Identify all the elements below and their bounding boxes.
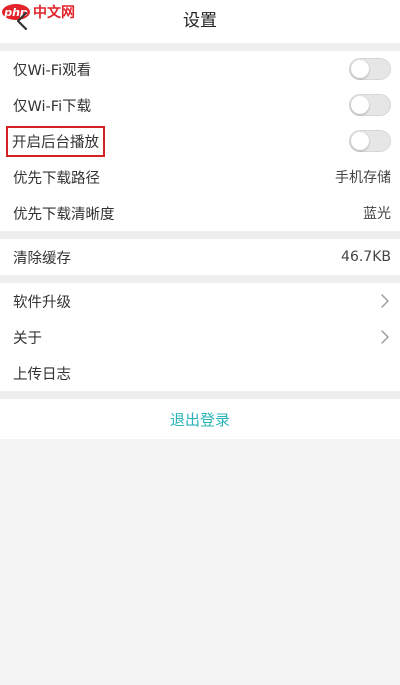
chevron-right-icon	[379, 293, 391, 309]
download-quality-row[interactable]: 优先下载清晰度 蓝光	[0, 195, 400, 231]
background-play-label: 开启后台播放	[12, 134, 99, 151]
logout-button[interactable]: 退出登录	[170, 409, 230, 430]
download-quality-label: 优先下载清晰度	[13, 206, 115, 223]
header: php 中文网 设置	[0, 0, 400, 43]
highlight-box: 开启后台播放	[6, 125, 105, 157]
about-label: 关于	[13, 330, 42, 347]
section-divider	[0, 231, 400, 239]
upload-log-label: 上传日志	[13, 366, 71, 383]
logout-section: 退出登录	[0, 399, 400, 439]
toggle-knob	[351, 132, 369, 150]
toggle-knob	[351, 96, 369, 114]
software-upgrade-label: 软件升级	[13, 294, 71, 311]
page-title: 设置	[183, 11, 217, 31]
wifi-only-download-row: 仅Wi-Fi下载	[0, 87, 400, 123]
chevron-right-icon	[379, 329, 391, 345]
download-path-row[interactable]: 优先下载路径 手机存储	[0, 159, 400, 195]
background-play-toggle[interactable]	[349, 130, 391, 152]
wifi-only-watch-toggle[interactable]	[349, 58, 391, 80]
section-divider	[0, 43, 400, 51]
download-path-value: 手机存储	[335, 170, 391, 186]
download-quality-value: 蓝光	[363, 206, 391, 222]
clear-cache-label: 清除缓存	[13, 250, 71, 267]
clear-cache-row[interactable]: 清除缓存 46.7KB	[0, 239, 400, 275]
wifi-only-download-label: 仅Wi-Fi下载	[13, 98, 92, 115]
section-divider	[0, 391, 400, 399]
software-upgrade-row[interactable]: 软件升级	[0, 283, 400, 319]
section-divider	[0, 275, 400, 283]
background-play-row: 开启后台播放	[0, 123, 400, 159]
playback-settings-group: 仅Wi-Fi观看 仅Wi-Fi下载 开启后台播放 优先下载路径 手机存储 优先下…	[0, 51, 400, 231]
wifi-only-watch-row: 仅Wi-Fi观看	[0, 51, 400, 87]
about-row[interactable]: 关于	[0, 319, 400, 355]
wifi-only-download-toggle[interactable]	[349, 94, 391, 116]
upload-log-row[interactable]: 上传日志	[0, 355, 400, 391]
toggle-knob	[351, 60, 369, 78]
cache-size-value: 46.7KB	[341, 249, 391, 265]
cache-group: 清除缓存 46.7KB	[0, 239, 400, 275]
wifi-only-watch-label: 仅Wi-Fi观看	[13, 62, 92, 79]
download-path-label: 优先下载路径	[13, 170, 100, 187]
misc-group: 软件升级 关于 上传日志	[0, 283, 400, 391]
